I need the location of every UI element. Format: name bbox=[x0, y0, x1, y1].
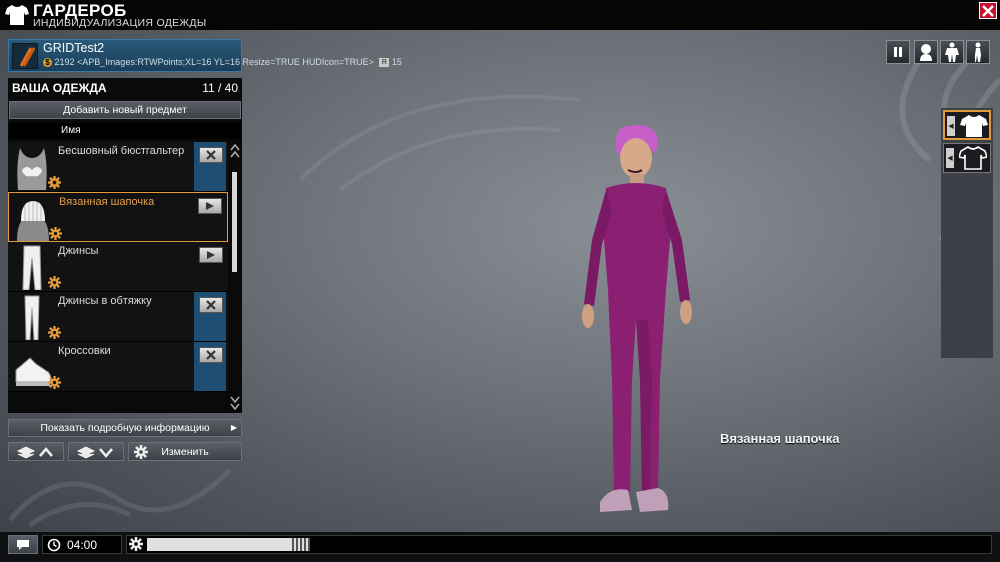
background-tribal-center-icon bbox=[298, 94, 581, 192]
shirt-icon bbox=[5, 5, 29, 25]
body-front-icon bbox=[945, 42, 959, 62]
gear-icon bbox=[129, 537, 143, 551]
list-item[interactable]: Джинсы в обтяжку bbox=[8, 292, 228, 342]
gear-icon bbox=[48, 276, 61, 289]
wardrobe-header: ВАША ОДЕЖДА 11 / 40 bbox=[8, 78, 242, 98]
list-item[interactable]: Бесшовный бюстгальтер bbox=[8, 142, 228, 192]
add-item-button[interactable]: Добавить новый предмет bbox=[9, 101, 241, 119]
chevron-left-icon[interactable]: ◀ bbox=[946, 148, 954, 168]
time-display: 04:00 bbox=[42, 535, 122, 554]
slot-shirt-selected[interactable]: ◀ bbox=[943, 110, 991, 140]
tshirt-filled-icon bbox=[960, 115, 988, 137]
item-label: Вязанная шапочка bbox=[59, 196, 155, 208]
chat-bubble-icon bbox=[17, 539, 29, 550]
list-item[interactable]: Кроссовки bbox=[8, 342, 228, 392]
gear-icon bbox=[48, 376, 61, 389]
page-subtitle: ИНДИВИДУАЛИЗАЦИЯ ОДЕЖДЫ bbox=[33, 17, 207, 29]
pause-icon bbox=[894, 47, 902, 57]
scroll-up-icon[interactable] bbox=[230, 142, 240, 160]
close-icon bbox=[206, 350, 216, 360]
move-up-button[interactable] bbox=[8, 442, 64, 461]
remove-item-button[interactable] bbox=[199, 347, 223, 363]
r-points-icon: R bbox=[379, 58, 390, 68]
gear-icon bbox=[48, 326, 61, 339]
gear-icon bbox=[134, 445, 148, 459]
tshirt-outline-icon bbox=[959, 146, 987, 170]
edit-button[interactable]: Изменить bbox=[128, 442, 242, 461]
list-scrollbar[interactable] bbox=[229, 142, 241, 412]
wardrobe-panel: ВАША ОДЕЖДА 11 / 40 Добавить новый предм… bbox=[8, 78, 242, 413]
view-side-button[interactable] bbox=[966, 40, 990, 64]
pause-button[interactable] bbox=[886, 40, 910, 64]
r-points-value: 15 bbox=[391, 57, 402, 67]
close-icon bbox=[206, 300, 216, 310]
item-label: Кроссовки bbox=[58, 345, 111, 357]
list-item-selected[interactable]: Вязанная шапочка bbox=[8, 192, 228, 242]
title-bar: ГАРДЕРОБ ИНДИВИДУАЛИЗАЦИЯ ОДЕЖДЫ bbox=[0, 0, 1000, 30]
remove-item-button[interactable] bbox=[199, 297, 223, 313]
remove-item-button[interactable] bbox=[199, 147, 223, 163]
close-button[interactable] bbox=[979, 2, 997, 19]
time-slider-fill bbox=[147, 538, 290, 551]
item-label: Джинсы в обтяжку bbox=[58, 295, 152, 307]
player-name: GRIDTest2 bbox=[43, 41, 105, 55]
close-icon bbox=[206, 150, 216, 160]
gear-icon bbox=[49, 227, 62, 240]
column-header-name[interactable]: Имя bbox=[9, 123, 241, 139]
chevron-left-icon[interactable]: ◀ bbox=[947, 116, 955, 136]
coin-icon: $ bbox=[43, 58, 52, 68]
money-value: 2192 <APB_Images:RTWPoints;XL=16 YL=16 R… bbox=[54, 57, 374, 67]
wardrobe-count: 11 / 40 bbox=[202, 81, 238, 95]
time-slider[interactable] bbox=[126, 535, 992, 554]
item-label: Джинсы bbox=[58, 245, 99, 257]
arrow-right-icon: ▶ bbox=[230, 423, 237, 432]
slot-shirt[interactable]: ◀ bbox=[943, 143, 991, 173]
stack-down-icon bbox=[76, 445, 113, 459]
outfit-slot-panel: ◀ ◀ bbox=[941, 108, 993, 358]
equip-item-button[interactable] bbox=[198, 198, 222, 214]
close-icon bbox=[982, 4, 994, 17]
view-head-button[interactable] bbox=[914, 40, 938, 64]
stack-up-icon bbox=[16, 445, 53, 459]
scroll-thumb[interactable] bbox=[232, 172, 237, 272]
player-money: $ 2192 <APB_Images:RTWPoints;XL=16 YL=16… bbox=[43, 57, 402, 68]
equip-item-button[interactable] bbox=[199, 247, 223, 263]
item-list: Бесшовный бюстгальтер Вязанная шапочка Д… bbox=[8, 142, 228, 394]
scroll-down-icon[interactable] bbox=[230, 394, 240, 412]
body-side-icon bbox=[975, 42, 981, 62]
time-value: 04:00 bbox=[67, 538, 98, 552]
item-label: Бесшовный бюстгальтер bbox=[58, 145, 185, 157]
show-details-button[interactable]: Показать подробную информацию ▶ bbox=[8, 419, 242, 437]
preview-item-caption: Вязанная шапочка bbox=[720, 431, 840, 446]
list-item[interactable]: Джинсы bbox=[8, 242, 228, 292]
gear-icon bbox=[48, 176, 61, 189]
arrow-right-icon bbox=[206, 202, 214, 210]
head-view-icon bbox=[920, 44, 932, 61]
arrow-right-icon bbox=[207, 251, 215, 259]
time-slider-handle[interactable] bbox=[290, 538, 310, 551]
wardrobe-title: ВАША ОДЕЖДА bbox=[12, 81, 107, 95]
character-model[interactable] bbox=[570, 120, 720, 520]
move-down-button[interactable] bbox=[68, 442, 124, 461]
clock-icon bbox=[47, 538, 61, 552]
view-front-button[interactable] bbox=[940, 40, 964, 64]
player-panel: GRIDTest2 $ 2192 <APB_Images:RTWPoints;X… bbox=[8, 39, 402, 72]
rank-icon bbox=[12, 43, 38, 69]
chat-button[interactable] bbox=[8, 535, 38, 554]
